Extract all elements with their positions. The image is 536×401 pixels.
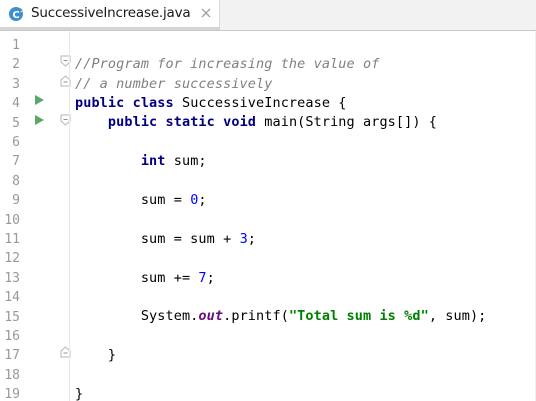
comment: //Program for increasing the value of	[75, 56, 380, 73]
active-tab-indicator	[0, 27, 220, 30]
line-number: 3	[12, 76, 20, 92]
line-number: 2	[12, 57, 20, 73]
line-number: 17	[4, 348, 20, 364]
tab-file-name: SuccessiveIncrease.java	[31, 5, 191, 21]
keyword: int	[140, 153, 166, 170]
string-literal: "Total sum is %d"	[288, 308, 429, 325]
method-call: .printf(	[223, 308, 289, 325]
java-class-letter: C	[12, 10, 19, 21]
line-number: 15	[4, 309, 20, 325]
tab-successive-increase[interactable]: C SuccessiveIncrease.java	[0, 0, 220, 30]
statement-end: ;	[198, 192, 207, 208]
run-icon[interactable]	[34, 94, 45, 106]
code-line-5[interactable]: public static void main(String args[]) {	[75, 113, 437, 132]
code-line-9[interactable]: sum = 0;	[75, 191, 207, 210]
statement-end: ;	[206, 269, 215, 286]
line-number: 8	[12, 173, 20, 189]
line-number: 6	[12, 135, 20, 150]
java-class-icon: C	[9, 7, 24, 21]
line-number: 13	[4, 270, 20, 286]
statement-end: , sum);	[428, 308, 487, 325]
line-number: 12	[4, 251, 20, 267]
method-signature: main(String args[]) {	[256, 114, 438, 131]
line-number: 10	[4, 212, 20, 228]
gutter-divider	[69, 31, 70, 401]
line-number: 11	[4, 232, 20, 247]
keyword: public static void	[107, 114, 257, 131]
code-line-7[interactable]: int sum;	[75, 152, 207, 171]
class-declaration: SuccessiveIncrease {	[173, 95, 347, 111]
code-line-15[interactable]: System.out.printf("Total sum is %d", sum…	[75, 307, 486, 326]
editor-gutter: 1 2 3 4 5 6 7 8 9 10 11 12 13 14 15 16 17 18 19	[0, 31, 71, 401]
closing-brace: }	[75, 386, 84, 401]
statement: sum = sum +	[75, 230, 240, 247]
closing-brace: }	[75, 347, 117, 364]
number-literal: 3	[239, 230, 248, 247]
editor-tab-bar: C SuccessiveIncrease.java	[0, 0, 536, 31]
line-number: 1	[12, 38, 20, 53]
code-line-17[interactable]: }	[75, 346, 116, 365]
number-literal: 7	[198, 269, 207, 286]
code-line-19[interactable]: }	[75, 385, 83, 401]
code-line-2[interactable]: //Program for increasing the value of	[75, 55, 379, 74]
keyword: public class	[75, 95, 174, 111]
line-number: 5	[12, 115, 20, 131]
code-line-11[interactable]: sum = sum + 3;	[75, 230, 256, 249]
statement: sum +=	[75, 269, 199, 286]
line-number: 16	[4, 329, 20, 344]
static-field: out	[198, 308, 224, 325]
line-number: 18	[4, 367, 20, 383]
run-icon[interactable]	[34, 114, 45, 126]
line-number: 7	[12, 154, 20, 170]
line-number: 19	[4, 387, 20, 401]
statement: sum =	[75, 192, 191, 208]
variable-declaration: sum;	[165, 153, 207, 170]
statement: System.	[75, 308, 199, 325]
close-icon[interactable]	[200, 7, 212, 19]
code-line-4[interactable]: public class SuccessiveIncrease {	[75, 94, 347, 113]
statement-end: ;	[247, 230, 257, 247]
line-number: 9	[12, 193, 20, 209]
code-editor[interactable]: 1 2 3 4 5 6 7 8 9 10 11 12 13 14 15 16 17 18 19 //Program …	[0, 31, 536, 401]
line-number: 14	[4, 290, 20, 306]
line-number: 4	[12, 96, 20, 112]
comment: // a number successively	[75, 75, 273, 92]
code-line-13[interactable]: sum += 7;	[75, 269, 215, 288]
code-line-3[interactable]: // a number successively	[75, 75, 272, 94]
